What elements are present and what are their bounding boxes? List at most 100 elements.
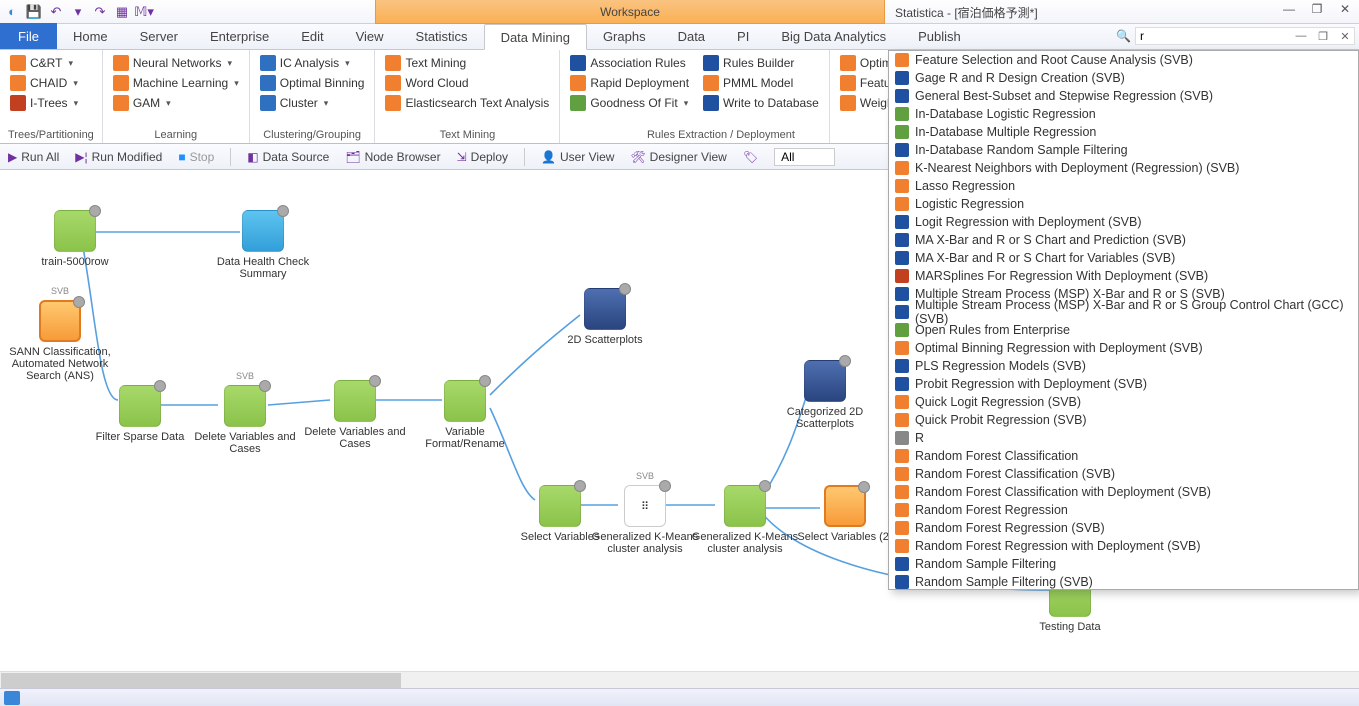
dropdown-item[interactable]: General Best-Subset and Stepwise Regress…	[889, 87, 1358, 105]
dropdown-item[interactable]: In-Database Logistic Regression	[889, 105, 1358, 123]
filter-combo[interactable]: All	[774, 148, 835, 166]
node-kmeans-1[interactable]: SVB ⠿ Generalized K-Means cluster analys…	[590, 485, 700, 555]
designer-view-button[interactable]: 🛠Designer View	[630, 150, 726, 164]
dropdown-item[interactable]: Lasso Regression	[889, 177, 1358, 195]
undo-icon[interactable]: ↶	[48, 4, 64, 20]
macros-icon[interactable]: 𝕄▾	[136, 4, 152, 20]
elasticsearch-button[interactable]: Elasticsearch Text Analysis	[383, 94, 551, 112]
node-select-vars-2[interactable]: Select Variables (2)	[790, 485, 900, 543]
node-train-data[interactable]: train-5000row	[20, 210, 130, 268]
rules-builder-button[interactable]: Rules Builder	[701, 54, 821, 72]
cluster-button[interactable]: Cluster	[258, 94, 367, 112]
run-all-button[interactable]: ▶Run All	[8, 150, 59, 164]
node-kmeans-2[interactable]: Generalized K-Means cluster analysis	[690, 485, 800, 555]
redo-icon[interactable]: ↷	[92, 4, 108, 20]
itrees-button[interactable]: I-Trees	[8, 94, 94, 112]
horizontal-scrollbar[interactable]	[0, 671, 1359, 688]
dropdown-item[interactable]: Multiple Stream Process (MSP) X-Bar and …	[889, 303, 1358, 321]
tab-pi[interactable]: PI	[721, 23, 765, 49]
rapid-deployment-button[interactable]: Rapid Deployment	[568, 74, 691, 92]
search-icon: 🔍	[1116, 29, 1131, 43]
tab-edit[interactable]: Edit	[285, 23, 339, 49]
tab-view[interactable]: View	[340, 23, 400, 49]
dropdown-item[interactable]: PLS Regression Models (SVB)	[889, 357, 1358, 375]
word-cloud-button[interactable]: Word Cloud	[383, 74, 551, 92]
chaid-button[interactable]: CHAID	[8, 74, 94, 92]
minimize-button[interactable]: —	[1279, 2, 1299, 16]
node-delete-vars-1[interactable]: SVB Delete Variables and Cases	[190, 385, 300, 455]
node-browser-button[interactable]: 🗂Node Browser	[345, 150, 440, 164]
dropdown-item[interactable]: In-Database Random Sample Filtering	[889, 141, 1358, 159]
dropdown-item[interactable]: Random Forest Classification	[889, 447, 1358, 465]
dropdown-item[interactable]: Random Sample Filtering	[889, 555, 1358, 573]
dropdown-item[interactable]: Random Forest Classification with Deploy…	[889, 483, 1358, 501]
dropdown-item[interactable]: Logistic Regression	[889, 195, 1358, 213]
customize-icon[interactable]: ▦	[114, 4, 130, 20]
stop-button[interactable]: ■Stop	[178, 150, 214, 164]
dropdown-item-label: In-Database Multiple Regression	[915, 125, 1096, 139]
dropdown-item[interactable]: R	[889, 429, 1358, 447]
dropdown-item[interactable]: Quick Probit Regression (SVB)	[889, 411, 1358, 429]
dropdown-item[interactable]: In-Database Multiple Regression	[889, 123, 1358, 141]
dropdown-item[interactable]: Random Forest Classification (SVB)	[889, 465, 1358, 483]
statistica-icon[interactable]	[4, 691, 20, 705]
dropdown-item[interactable]: Feature Selection and Root Cause Analysi…	[889, 51, 1358, 69]
dropdown-item[interactable]: Logit Regression with Deployment (SVB)	[889, 213, 1358, 231]
tab-home[interactable]: Home	[57, 23, 124, 49]
tab-graphs[interactable]: Graphs	[587, 23, 662, 49]
optimal-binning-button[interactable]: Optimal Binning	[258, 74, 367, 92]
dropdown-item[interactable]: MA X-Bar and R or S Chart and Prediction…	[889, 231, 1358, 249]
neural-networks-button[interactable]: Neural Networks	[111, 54, 241, 72]
tab-publish[interactable]: Publish	[902, 23, 977, 49]
file-tab[interactable]: File	[0, 23, 57, 49]
restore-button[interactable]: ❐	[1307, 2, 1327, 16]
close-button[interactable]: ✕	[1335, 2, 1355, 16]
tab-enterprise[interactable]: Enterprise	[194, 23, 285, 49]
dropdown-item[interactable]: Random Forest Regression	[889, 501, 1358, 519]
dropdown-item[interactable]: Optimal Binning Regression with Deployme…	[889, 339, 1358, 357]
node-data-health-check[interactable]: Data Health Check Summary	[208, 210, 318, 280]
node-var-format[interactable]: Variable Format/Rename	[410, 380, 520, 450]
node-sann[interactable]: SVB SANN Classification, Automated Netwo…	[5, 300, 115, 382]
doc-restore-button[interactable]: ❐	[1315, 30, 1331, 43]
user-view-button[interactable]: 👤User View	[541, 150, 614, 164]
app-icon[interactable]: ◐	[4, 4, 20, 20]
run-modified-button[interactable]: ▶¦Run Modified	[75, 150, 162, 164]
tab-bigdata[interactable]: Big Data Analytics	[765, 23, 902, 49]
pmml-model-button[interactable]: PMML Model	[701, 74, 821, 92]
node-delete-vars-2[interactable]: Delete Variables and Cases	[300, 380, 410, 450]
write-to-database-button[interactable]: Write to Database	[701, 94, 821, 112]
dropdown-item[interactable]: Random Forest Regression with Deployment…	[889, 537, 1358, 555]
gam-button[interactable]: GAM	[111, 94, 241, 112]
save-icon[interactable]: 💾	[26, 4, 42, 20]
tab-data-mining[interactable]: Data Mining	[484, 24, 587, 50]
tab-statistics[interactable]: Statistics	[400, 23, 484, 49]
goodness-of-fit-button[interactable]: Goodness Of Fit	[568, 94, 691, 112]
undo-drop-icon[interactable]: ▾	[70, 4, 86, 20]
machine-learning-button[interactable]: Machine Learning	[111, 74, 241, 92]
dropdown-item[interactable]: Gage R and R Design Creation (SVB)	[889, 69, 1358, 87]
dropdown-item[interactable]: Random Sample Filtering (SVB)	[889, 573, 1358, 590]
doc-minimize-button[interactable]: —	[1293, 30, 1309, 43]
association-rules-button[interactable]: Association Rules	[568, 54, 691, 72]
node-label: Delete Variables and Cases	[300, 426, 410, 450]
search-results-dropdown[interactable]: Feature Selection and Root Cause Analysi…	[888, 50, 1359, 590]
doc-close-button[interactable]: ✕	[1337, 30, 1353, 43]
tab-server[interactable]: Server	[124, 23, 194, 49]
dropdown-item[interactable]: Probit Regression with Deployment (SVB)	[889, 375, 1358, 393]
dropdown-item[interactable]: Random Forest Regression (SVB)	[889, 519, 1358, 537]
node-2d-scatter[interactable]: 2D Scatterplots	[550, 288, 660, 346]
deploy-button[interactable]: ⇲Deploy	[457, 150, 508, 164]
node-categorized-scatter[interactable]: Categorized 2D Scatterplots	[770, 360, 880, 430]
dropdown-item[interactable]: K-Nearest Neighbors with Deployment (Reg…	[889, 159, 1358, 177]
cart-button[interactable]: C&RT	[8, 54, 94, 72]
dropdown-item[interactable]: MARSplines For Regression With Deploymen…	[889, 267, 1358, 285]
dropdown-item[interactable]: MA X-Bar and R or S Chart for Variables …	[889, 249, 1358, 267]
ic-analysis-button[interactable]: IC Analysis	[258, 54, 367, 72]
dropdown-item[interactable]: Quick Logit Regression (SVB)	[889, 393, 1358, 411]
text-mining-button[interactable]: Text Mining	[383, 54, 551, 72]
tab-data[interactable]: Data	[662, 23, 721, 49]
data-source-button[interactable]: ◧Data Source	[247, 150, 329, 164]
tag-button[interactable]: 🏷	[743, 150, 758, 164]
node-filter-sparse[interactable]: Filter Sparse Data	[85, 385, 195, 443]
